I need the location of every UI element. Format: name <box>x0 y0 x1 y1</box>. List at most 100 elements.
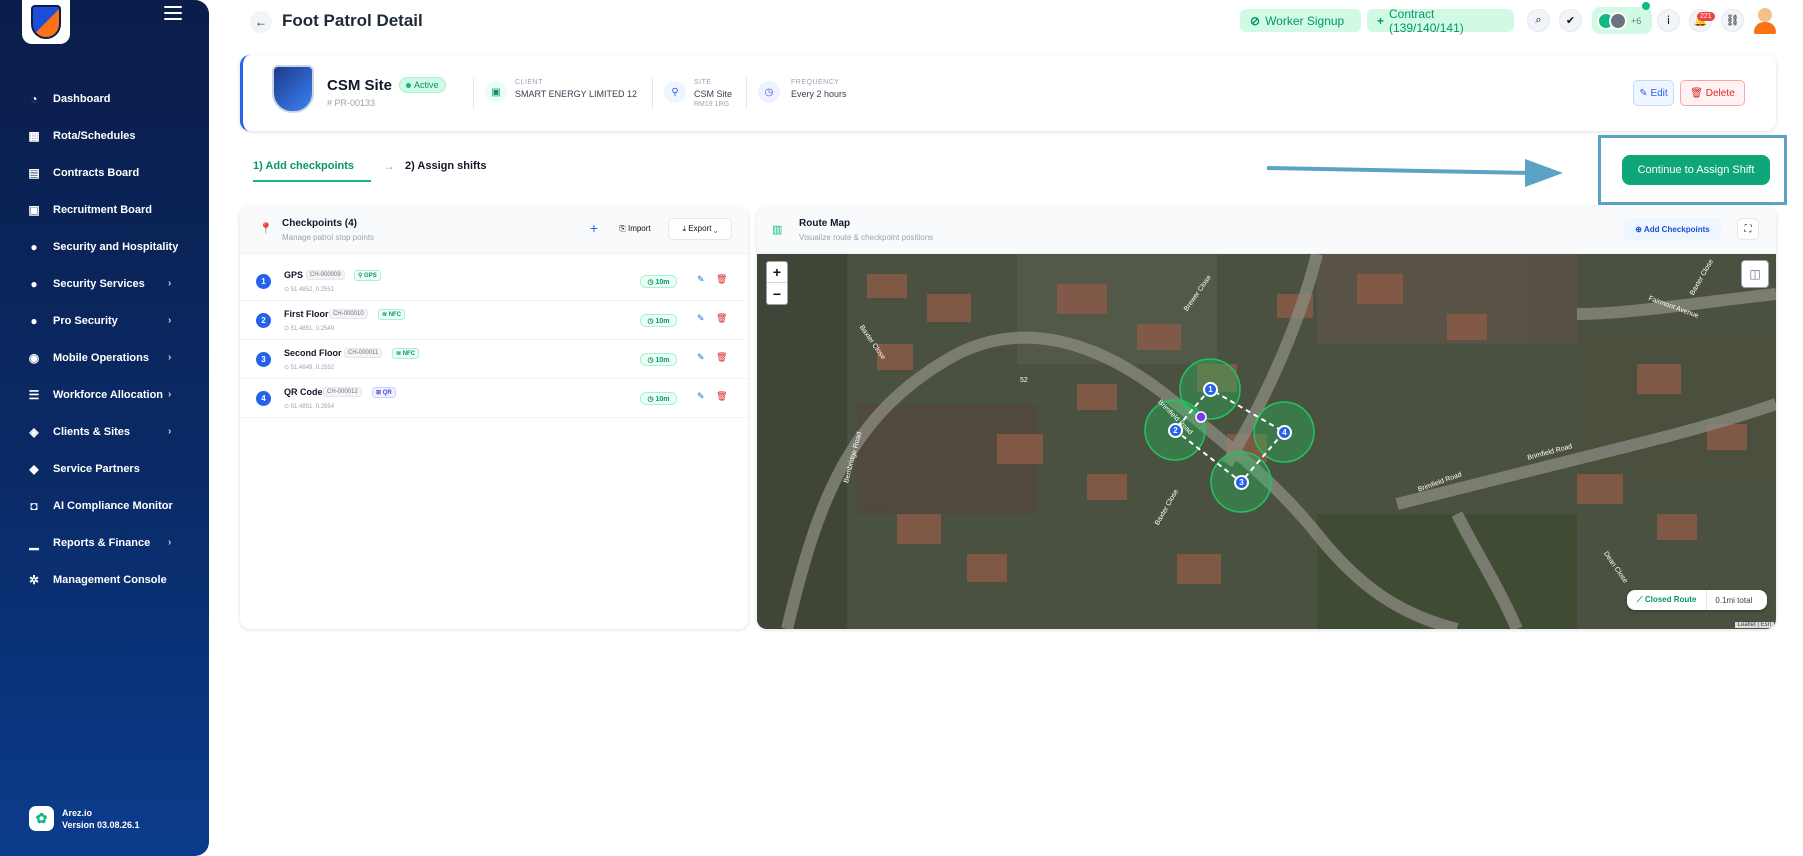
sidebar-item-contracts-board[interactable]: ▤ Contracts Board <box>0 154 209 191</box>
edit-button[interactable]: ✎ Edit <box>1633 80 1674 106</box>
check-circle-button[interactable]: ✔ <box>1559 9 1582 32</box>
sidebar-item-management-console[interactable]: ✲ Management Console <box>0 561 209 598</box>
list-item[interactable]: 3 Second Floor CH-000011 ≋ NFC ⊙ 51.4849… <box>240 340 748 379</box>
checkpoints-panel-header: 📍 Checkpoints (4) Manage patrol stop poi… <box>240 206 748 254</box>
list-item[interactable]: 4 QR Code CH-000012 ⊞ QR ⊙ 51.4851, 0.25… <box>240 379 748 418</box>
chevron-right-icon: › <box>168 389 172 400</box>
map-marker-3[interactable]: 3 <box>1234 475 1249 490</box>
edit-pencil-icon[interactable]: ✎ <box>697 313 705 324</box>
team-avatars[interactable]: +6 <box>1592 7 1652 34</box>
checkpoint-type-badge: ≋ NFC <box>378 309 406 320</box>
back-button[interactable]: ← <box>250 11 272 33</box>
zoom-control: + − <box>766 261 788 305</box>
location-pin-icon: ⚲ <box>664 81 686 103</box>
route-summary: ⟋ Closed Route 0.1mi total <box>1627 590 1767 610</box>
link-button[interactable]: ⛓ <box>1721 9 1744 32</box>
trash-icon[interactable]: 🗑 <box>716 352 727 363</box>
sidebar-item-recruitment-board[interactable]: ▣ Recruitment Board <box>0 191 209 228</box>
edit-pencil-icon[interactable]: ✎ <box>697 274 705 285</box>
sidebar-item-security-services[interactable]: ● Security Services › <box>0 265 209 302</box>
trash-icon[interactable]: 🗑 <box>716 391 727 402</box>
site-label: SITE <box>694 79 712 86</box>
chevron-right-icon: › <box>168 315 172 326</box>
sidebar-item-label: Recruitment Board <box>53 203 153 216</box>
info-button[interactable]: ⅰ <box>1657 9 1680 32</box>
delete-button[interactable]: 🗑 Delete <box>1680 80 1745 106</box>
house-number-label: 52 <box>1020 377 1028 384</box>
user-avatar[interactable] <box>1752 6 1778 34</box>
checkpoint-name: Second Floor <box>284 348 342 358</box>
search-icon: ⌕ <box>1535 14 1542 26</box>
edit-pencil-icon[interactable]: ✎ <box>697 391 705 402</box>
sidebar-item-reports-finance[interactable]: ▁ Reports & Finance › <box>0 524 209 561</box>
checkpoint-name: QR Code <box>284 387 323 397</box>
layers-icon[interactable]: ◫ <box>1741 260 1769 288</box>
sidebar-item-pro-security[interactable]: ● Pro Security › <box>0 302 209 339</box>
checkpoint-code: CH-000012 <box>323 387 362 397</box>
checkpoint-duration: ◷ 10m <box>640 353 677 366</box>
route-type: ⟋ Closed Route <box>1627 590 1708 610</box>
map-marker-4[interactable]: 4 <box>1277 425 1292 440</box>
active-tab-indicator <box>253 180 371 182</box>
checkpoint-name: First Floor <box>284 309 329 319</box>
search-button[interactable]: ⌕ <box>1527 9 1550 32</box>
contract-button[interactable]: + Contract (139/140/141) <box>1367 6 1514 35</box>
checkpoint-number: 2 <box>256 313 271 328</box>
satellite-map[interactable]: 1 2 3 4 Brewer Close Fairmont Avenue Bax… <box>757 254 1776 629</box>
trash-icon[interactable]: 🗑 <box>716 274 727 285</box>
route-distance: 0.1mi total <box>1715 595 1753 605</box>
annotation-arrow <box>1266 159 1563 187</box>
list-item[interactable]: 2 First Floor CH-000010 ≋ NFC ⊙ 51.4851,… <box>240 301 748 340</box>
worker-signup-button[interactable]: ⊘ Worker Signup <box>1240 9 1361 32</box>
sidebar-item-label: Clients & Sites <box>53 425 131 438</box>
add-checkpoint-button[interactable]: + <box>584 218 604 238</box>
sidebar-item-dashboard[interactable]: ◔ Dashboard <box>0 80 209 117</box>
user-icon: ● <box>30 313 38 328</box>
edit-pencil-icon[interactable]: ✎ <box>697 352 705 363</box>
add-checkpoints-button[interactable]: ⊕ Add Checkpoints <box>1624 218 1721 240</box>
arrow-left-icon: ← <box>255 15 267 29</box>
sidebar: ◔ Dashboard ▦ Rota/Schedules ▤ Contracts Bo… <box>0 0 209 856</box>
map-marker-1[interactable]: 1 <box>1203 382 1218 397</box>
sidebar-item-service-partners[interactable]: ◆ Service Partners <box>0 450 209 487</box>
user-icon: ● <box>30 276 38 291</box>
sidebar-item-workforce-allocation[interactable]: ☰ Workforce Allocation › <box>0 376 209 413</box>
continue-to-assign-shift-button[interactable]: Continue to Assign Shift <box>1622 155 1770 185</box>
sidebar-item-label: Management Console <box>53 573 167 586</box>
checkpoints-subtitle: Manage patrol stop points <box>282 233 375 242</box>
zoom-in-button[interactable]: + <box>767 262 787 283</box>
tab-assign-shifts[interactable]: 2) Assign shifts <box>405 160 487 172</box>
plus-icon: + <box>589 220 599 236</box>
checkpoint-coords: ⊙ 51.4851, 0.2554 <box>284 404 335 410</box>
chevron-right-icon: › <box>168 241 172 252</box>
dashboard-icon: ◔ <box>30 91 38 106</box>
chain-link-icon: ⛓ <box>1725 15 1740 27</box>
sidebar-item-clients-sites[interactable]: ◈ Clients & Sites › <box>0 413 209 450</box>
export-button[interactable]: ⤓ Export ⌄ <box>668 218 732 240</box>
map-attribution[interactable]: Leaflet | Esri <box>1734 622 1774 628</box>
avatar-head <box>1758 8 1772 22</box>
import-button[interactable]: ⎘ Import <box>610 218 660 240</box>
clients-icon: ◈ <box>29 424 39 439</box>
checkpoint-number: 1 <box>256 274 271 289</box>
sidebar-item-security-and-hospitality[interactable]: ● Security and Hospitality › <box>0 228 209 265</box>
tab-add-checkpoints[interactable]: 1) Add checkpoints <box>253 160 354 172</box>
fullscreen-icon[interactable]: ⛶ <box>1737 218 1759 240</box>
sidebar-item-mobile-operations[interactable]: ◉ Mobile Operations › <box>0 339 209 376</box>
divider <box>746 77 747 109</box>
notification-badge: 221 <box>1697 12 1715 21</box>
trash-icon[interactable]: 🗑 <box>716 313 727 324</box>
list-item[interactable]: 1 GPS CH-000009 ⚲ GPS ⊙ 51.4852, 0.2551 … <box>240 262 748 301</box>
app-logo[interactable] <box>22 0 70 44</box>
sidebar-item-label: Security and Hospitality <box>53 240 179 253</box>
brand-text: Arez.io Version 03.08.26.1 <box>62 807 140 831</box>
site-summary-card: CSM Site Active # PR-00133 ▣ CLIENT SMAR… <box>240 55 1776 131</box>
site-value: CSM Site <box>694 89 733 99</box>
collapse-sidebar-icon[interactable] <box>164 6 182 22</box>
sidebar-item-label: Security Services <box>53 277 145 290</box>
sidebar-item-rota-schedules[interactable]: ▦ Rota/Schedules <box>0 117 209 154</box>
pin-icon: 📍 <box>259 223 273 235</box>
contract-label: Contract (139/140/141) <box>1389 6 1464 35</box>
sidebar-item-ai-compliance-monitor[interactable]: ◘ AI Compliance Monitor › <box>0 487 209 524</box>
zoom-out-button[interactable]: − <box>767 283 787 304</box>
